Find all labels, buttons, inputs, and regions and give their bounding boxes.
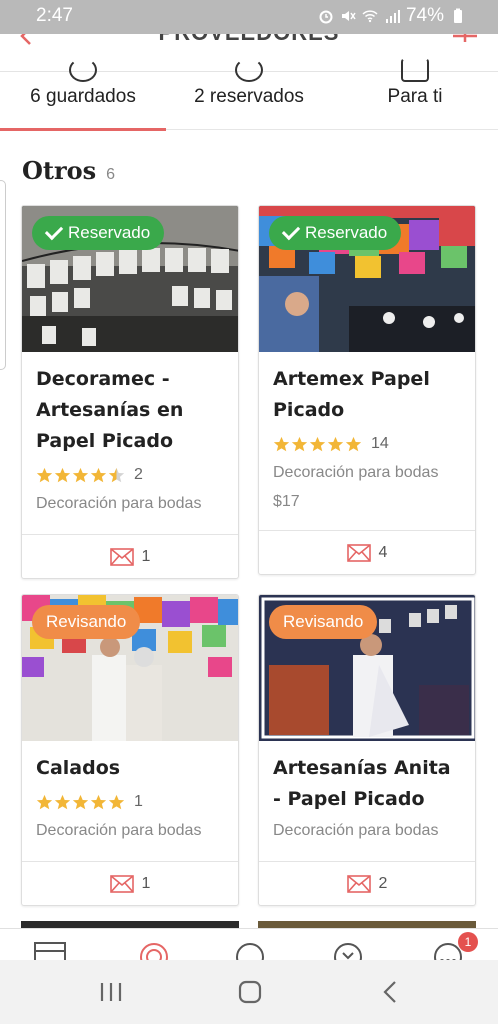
star-icon <box>54 794 71 809</box>
vendor-category: Decoración para bodas <box>273 822 439 839</box>
star-icon <box>345 436 362 451</box>
star-icon <box>90 467 107 482</box>
mail-icon <box>109 547 134 566</box>
star-icon <box>108 467 125 482</box>
message-count: 1 <box>141 547 151 565</box>
vendor-card[interactable]: Reservado Decoramec - Artesanías en Pape… <box>21 205 239 579</box>
review-count: 2 <box>134 466 143 483</box>
battery-icon <box>454 8 462 23</box>
tab-label: 6 guardados <box>30 86 136 107</box>
messages-button[interactable]: 2 <box>259 861 475 905</box>
alarm-icon <box>319 10 333 24</box>
messages-button[interactable]: 4 <box>259 530 475 574</box>
status-badge: Revisando <box>32 605 141 639</box>
rings-icon[interactable] <box>232 939 268 960</box>
signal-icon <box>385 10 400 23</box>
vendor-category: Decoración para bodas <box>36 495 202 512</box>
check-circle-icon <box>235 58 263 82</box>
back-icon[interactable] <box>378 978 402 1006</box>
messages-button[interactable]: 1 <box>22 861 238 905</box>
star-icon <box>36 794 53 809</box>
catalog-icon[interactable] <box>32 939 68 960</box>
status-badge: Reservado <box>32 216 165 250</box>
message-count: 2 <box>378 874 388 892</box>
star-icon <box>327 436 344 451</box>
review-count: 1 <box>134 793 143 810</box>
vendor-category: Decoración para bodas <box>273 464 439 481</box>
user-icon <box>401 58 429 82</box>
status-time: 2:47 <box>36 5 73 26</box>
star-rating: 2 <box>36 466 143 484</box>
mail-icon <box>346 543 371 562</box>
star-icon <box>108 794 125 809</box>
tab-bar: 6 guardados 2 reservados Para ti <box>0 58 498 131</box>
star-rating: 14 <box>273 435 389 453</box>
status-badge: Reservado <box>269 216 402 250</box>
vendor-price: $17 <box>273 493 300 510</box>
tab-guardados[interactable]: 6 guardados <box>0 58 166 131</box>
star-icon <box>309 436 326 451</box>
notification-badge: 1 <box>458 932 478 952</box>
vendor-card[interactable]: Reservado Artemex Papel Picado 14 Decora… <box>258 205 476 575</box>
mute-icon <box>341 11 356 21</box>
planner-icon[interactable] <box>136 939 172 960</box>
star-icon <box>72 467 89 482</box>
star-icon <box>90 794 107 809</box>
star-icon <box>273 436 290 451</box>
mail-icon <box>346 874 371 893</box>
tab-para-ti[interactable]: Para ti <box>332 58 498 130</box>
battery-percent: 74% <box>405 5 444 26</box>
community-icon[interactable] <box>330 939 366 960</box>
vendor-name[interactable]: Artesanías Anita - Papel Picado <box>273 753 465 815</box>
add-icon[interactable] <box>450 34 480 48</box>
star-rating: 1 <box>36 793 143 811</box>
tab-label: 2 reservados <box>194 86 304 107</box>
vendor-card[interactable]: Revisando Artesanías Anita - Papel Picad… <box>258 594 476 906</box>
review-count: 14 <box>371 435 389 452</box>
check-icon <box>281 221 301 241</box>
bottom-nav <box>0 928 498 960</box>
message-count: 1 <box>141 874 151 892</box>
page-title: PROVEEDORES <box>0 34 498 46</box>
status-badge: Revisando <box>269 605 378 639</box>
messages-button[interactable]: 1 <box>22 534 238 578</box>
star-icon <box>291 436 308 451</box>
status-bar: 2:47 74% <box>0 0 498 34</box>
home-icon[interactable] <box>236 978 264 1006</box>
system-nav-bar <box>0 960 498 1024</box>
star-icon <box>36 467 53 482</box>
mail-icon <box>109 874 134 893</box>
vendor-name[interactable]: Artemex Papel Picado <box>273 364 465 426</box>
tab-label: Para ti <box>387 86 443 107</box>
section-title: Otros <box>22 156 97 185</box>
tab-reservados[interactable]: 2 reservados <box>166 58 332 130</box>
drawer-handle[interactable] <box>0 180 6 370</box>
wifi-icon <box>362 10 378 23</box>
star-icon <box>72 794 89 809</box>
vendor-category: Decoración para bodas <box>36 822 202 839</box>
vendor-name[interactable]: Calados <box>36 753 228 784</box>
section-header: Otros 6 <box>22 156 115 185</box>
vendor-name[interactable]: Decoramec - Artesanías en Papel Picado <box>36 364 228 457</box>
section-count: 6 <box>106 166 116 183</box>
star-icon <box>54 467 71 482</box>
heart-icon <box>69 58 97 82</box>
vendor-card[interactable]: Revisando Calados 1 Decoración para boda… <box>21 594 239 906</box>
recent-apps-icon[interactable] <box>98 980 124 1004</box>
check-icon <box>44 221 64 241</box>
message-count: 4 <box>378 543 388 561</box>
